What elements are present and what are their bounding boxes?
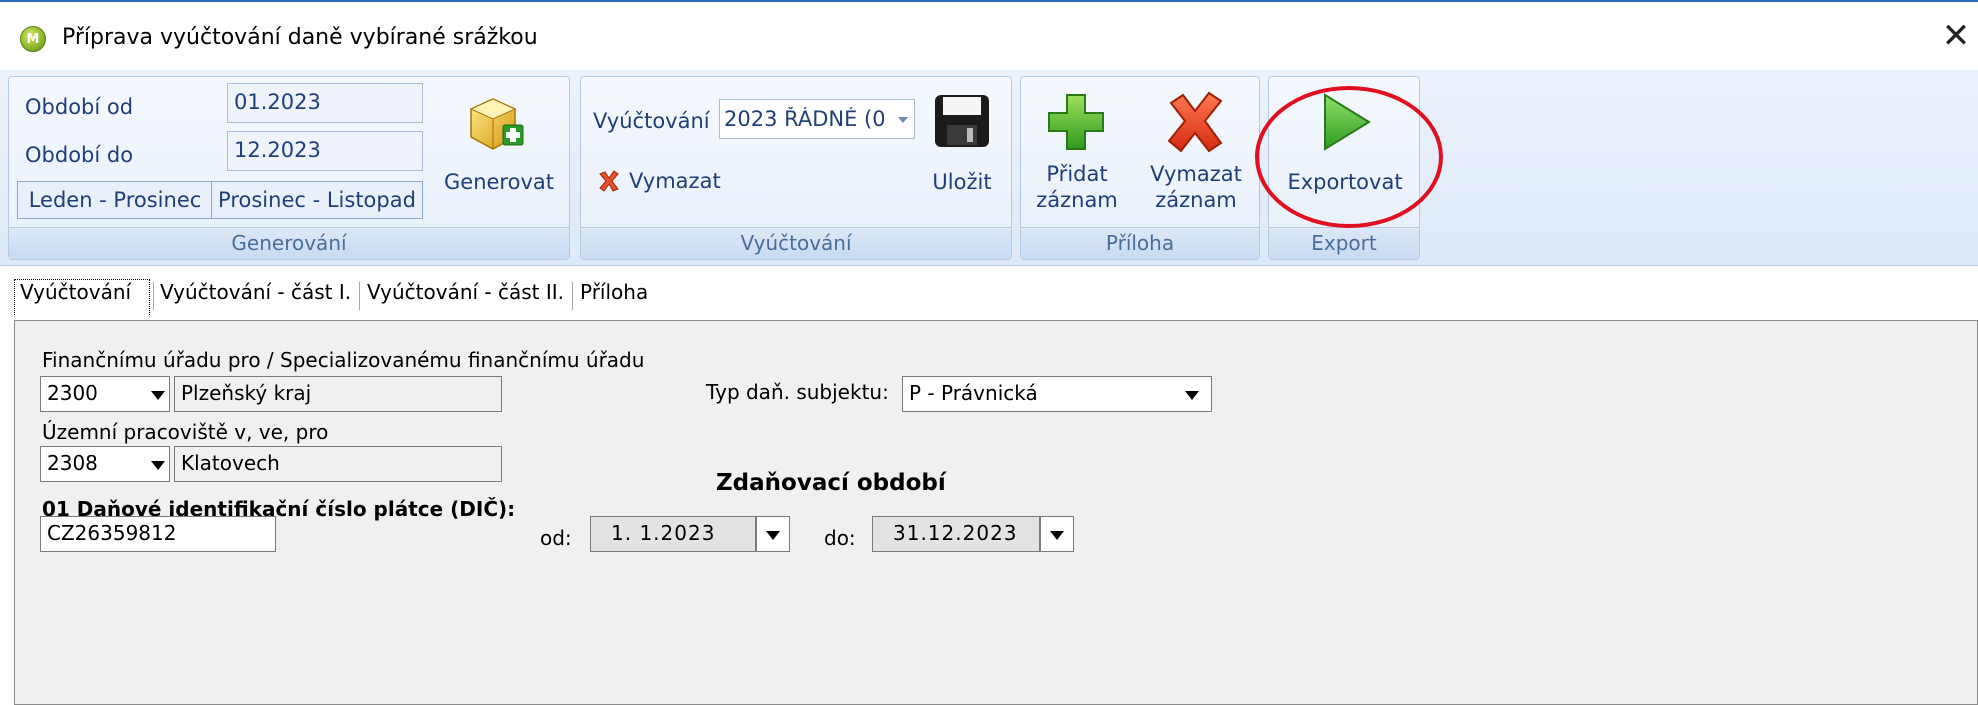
to-date-field[interactable]: 31.12.2023 xyxy=(872,516,1040,552)
ribbon-group-label: Export xyxy=(1269,227,1419,259)
chevron-down-icon[interactable] xyxy=(1050,531,1064,540)
ribbon-group-vyuctovani: Vyúčtování 2023 ŘÁDNÉ (01 Vymazat Uložit… xyxy=(580,76,1012,260)
workplace-label: Územní pracoviště v, ve, pro xyxy=(42,420,329,444)
subject-type-value: P - Právnická xyxy=(909,381,1038,405)
office-name-field: Plzeňský kraj xyxy=(174,376,502,412)
app-logo-icon: M xyxy=(20,26,46,52)
save-floppy-icon[interactable] xyxy=(933,93,991,149)
ribbon-group-generovani: Období od 01.2023 Období do 12.2023 Lede… xyxy=(8,76,570,260)
remove-record-icon[interactable] xyxy=(1165,91,1225,153)
dic-field[interactable]: CZ26359812 xyxy=(40,516,276,552)
window-title: Příprava vyúčtování daně vybírané srážko… xyxy=(62,25,538,50)
ribbon-group-label: Příloha xyxy=(1021,227,1259,259)
chevron-down-icon[interactable] xyxy=(151,461,165,470)
add-record-icon[interactable] xyxy=(1045,91,1107,153)
to-date-dropdown[interactable] xyxy=(1040,516,1074,552)
office-code-value: 2300 xyxy=(47,381,98,405)
chevron-down-icon[interactable] xyxy=(766,531,780,540)
delete-x-icon[interactable] xyxy=(597,169,621,193)
prosinec-listopad-button[interactable]: Prosinec - Listopad xyxy=(211,181,423,219)
tab-vyuctovani-cast-1[interactable]: Vyúčtování - část I. xyxy=(160,280,351,304)
subject-type-label: Typ daň. subjektu: xyxy=(706,380,889,404)
add-record-line2[interactable]: záznam xyxy=(1027,187,1127,213)
remove-record-line1[interactable]: Vymazat xyxy=(1141,161,1251,187)
ribbon-group-priloha: Přidat záznam Vymazat záznam Příloha xyxy=(1020,76,1260,260)
chevron-down-icon[interactable] xyxy=(1185,391,1199,400)
chevron-down-icon[interactable] xyxy=(151,391,165,400)
tab-divider xyxy=(572,282,573,310)
tab-divider xyxy=(153,282,154,310)
vyuctovani-select[interactable]: 2023 ŘÁDNÉ (01 xyxy=(719,99,915,139)
tab-divider xyxy=(359,282,360,310)
ribbon-group-label: Vyúčtování xyxy=(581,227,1011,259)
subject-type-select[interactable]: P - Právnická xyxy=(902,376,1212,412)
tab-vyuctovani-cast-2[interactable]: Vyúčtování - část II. xyxy=(367,280,564,304)
period-to-label: Období do xyxy=(25,143,134,167)
period-to-field[interactable]: 12.2023 xyxy=(227,131,423,171)
add-record-line1[interactable]: Přidat xyxy=(1027,161,1127,187)
leden-prosinec-button[interactable]: Leden - Prosinec xyxy=(17,181,213,219)
period-heading: Zdaňovací období xyxy=(716,470,946,496)
generate-button[interactable]: Generovat xyxy=(439,169,559,195)
workplace-code-select[interactable]: 2308 xyxy=(40,446,170,482)
remove-record-line2[interactable]: záznam xyxy=(1141,187,1251,213)
chevron-down-icon[interactable] xyxy=(898,117,908,123)
workplace-name-field: Klatovech xyxy=(174,446,502,482)
office-code-select[interactable]: 2300 xyxy=(40,376,170,412)
period-from-label: Období od xyxy=(25,95,134,119)
tab-priloha[interactable]: Příloha xyxy=(580,280,648,304)
save-button[interactable]: Uložit xyxy=(917,169,1007,195)
from-label: od: xyxy=(540,526,572,550)
tab-vyuctovani[interactable]: Vyúčtování xyxy=(20,280,131,304)
to-label: do: xyxy=(824,526,856,550)
from-date-dropdown[interactable] xyxy=(756,516,790,552)
from-date-field[interactable]: 1. 1.2023 xyxy=(590,516,756,552)
export-highlight-circle xyxy=(1255,86,1443,228)
vymazat-button[interactable]: Vymazat xyxy=(629,169,721,193)
ribbon-group-label: Generování xyxy=(9,227,569,259)
close-icon[interactable]: ✕ xyxy=(1938,18,1974,54)
vyuctovani-select-value: 2023 ŘÁDNÉ (01 xyxy=(724,107,884,131)
period-from-field[interactable]: 01.2023 xyxy=(227,83,423,123)
generate-box-icon[interactable] xyxy=(465,95,525,153)
workplace-code-value: 2308 xyxy=(47,451,98,475)
vyuctovani-select-label: Vyúčtování xyxy=(593,109,710,133)
office-label: Finančnímu úřadu pro / Specializovanému … xyxy=(42,348,645,372)
